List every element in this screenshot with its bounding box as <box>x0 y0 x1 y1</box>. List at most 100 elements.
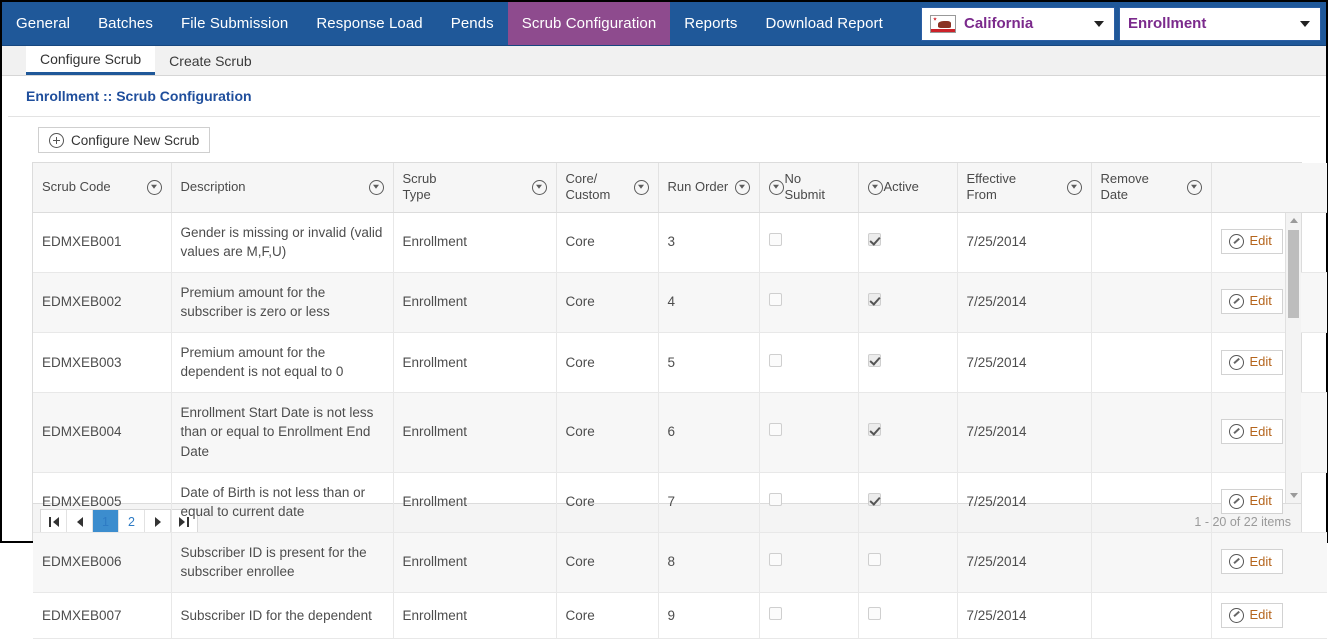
cell-scrub-type: Enrollment <box>393 592 557 639</box>
edit-button[interactable]: Edit <box>1220 549 1283 575</box>
active-checkbox[interactable] <box>867 423 881 437</box>
cell-run-order: 8 <box>658 532 760 593</box>
edit-button[interactable]: Edit <box>1220 349 1283 375</box>
cell-active <box>858 472 958 533</box>
table-row: EDMXEB006 Subscriber ID is present for th… <box>33 532 1327 593</box>
column-filter-icon[interactable] <box>768 179 784 195</box>
no-submit-checkbox[interactable] <box>768 553 782 567</box>
cell-description: Subscriber ID is present for the subscri… <box>171 532 394 593</box>
edit-button[interactable]: Edit <box>1220 419 1283 445</box>
cell-run-order: 6 <box>658 392 760 473</box>
no-submit-checkbox[interactable] <box>768 606 782 620</box>
pencil-circle-icon <box>1228 354 1244 370</box>
nav-right-controls: California Enrollment <box>921 2 1326 45</box>
scroll-down-arrow-icon[interactable] <box>1286 488 1301 503</box>
cell-scrub-code: EDMXEB002 <box>33 272 172 333</box>
column-filter-icon[interactable] <box>1186 179 1202 195</box>
cell-scrub-type: Enrollment <box>393 392 557 473</box>
cell-description: Premium amount for the dependent is not … <box>171 332 394 393</box>
no-submit-checkbox[interactable] <box>768 353 782 367</box>
sub-tab-configure-scrub[interactable]: Configure Scrub <box>26 46 156 75</box>
column-filter-icon[interactable] <box>368 179 384 195</box>
scrub-configuration-grid: Scrub Code Description Scrub Type Core/Custo… <box>32 162 1327 639</box>
no-submit-checkbox[interactable] <box>768 233 782 247</box>
column-header-run-order: Run Order <box>658 163 760 213</box>
column-filter-icon[interactable] <box>867 179 883 195</box>
cell-core-custom: Core <box>556 212 659 273</box>
scroll-up-arrow-icon[interactable] <box>1286 213 1301 228</box>
nav-item-pends[interactable]: Pends <box>437 2 508 45</box>
grid-toolbar: Configure New Scrub <box>32 117 1302 162</box>
table-row: EDMXEB001 Gender is missing or invalid (v… <box>33 212 1327 273</box>
column-header-label: Core/Custom <box>565 171 611 203</box>
column-filter-icon[interactable] <box>1066 179 1082 195</box>
column-header-scrub-code: Scrub Code <box>33 163 172 213</box>
cell-effective-from: 7/25/2014 <box>957 212 1092 273</box>
cell-remove-date <box>1091 212 1212 273</box>
nav-item-response-load[interactable]: Response Load <box>302 2 436 45</box>
cell-effective-from: 7/25/2014 <box>957 392 1092 473</box>
cell-run-order: 9 <box>658 592 760 639</box>
page-title-bar: Enrollment :: Scrub Configuration <box>2 76 1326 116</box>
pencil-circle-icon <box>1228 494 1244 510</box>
nav-item-download-report[interactable]: Download Report <box>752 2 897 45</box>
sub-tab-create-scrub[interactable]: Create Scrub <box>155 46 265 75</box>
scrub-table-body: EDMXEB001 Gender is missing or invalid (v… <box>33 212 1327 639</box>
cell-actions: Edit <box>1211 532 1327 593</box>
nav-item-scrub-configuration[interactable]: Scrub Configuration <box>507 2 671 45</box>
sub-tab-bar: Configure Scrub Create Scrub <box>2 46 1326 76</box>
active-checkbox[interactable] <box>867 553 881 567</box>
cell-core-custom: Core <box>556 532 659 593</box>
cell-core-custom: Core <box>556 272 659 333</box>
table-row: EDMXEB003 Premium amount for the dependen… <box>33 332 1327 393</box>
no-submit-checkbox[interactable] <box>768 423 782 437</box>
edit-button[interactable]: Edit <box>1220 229 1283 255</box>
no-submit-checkbox[interactable] <box>768 493 782 507</box>
column-filter-icon[interactable] <box>531 179 547 195</box>
column-header-label: Run Order <box>667 179 729 195</box>
cell-run-order: 7 <box>658 472 760 533</box>
cell-effective-from: 7/25/2014 <box>957 532 1092 593</box>
chevron-down-icon <box>1094 20 1104 27</box>
nav-item-batches[interactable]: Batches <box>84 2 167 45</box>
no-submit-checkbox[interactable] <box>768 293 782 307</box>
main-nav-items: General Batches File Submission Response Lo… <box>2 2 897 45</box>
scrollbar-thumb[interactable] <box>1288 230 1299 318</box>
active-checkbox[interactable] <box>867 493 881 507</box>
column-filter-icon[interactable] <box>734 179 750 195</box>
nav-item-reports[interactable]: Reports <box>670 2 751 45</box>
column-header-active: Active <box>858 163 958 213</box>
cell-description: Enrollment Start Date is not less than o… <box>171 392 394 473</box>
column-filter-icon[interactable] <box>633 179 649 195</box>
cell-core-custom: Core <box>556 472 659 533</box>
pencil-circle-icon <box>1228 554 1244 570</box>
cell-scrub-code: EDMXEB006 <box>33 532 172 593</box>
active-checkbox[interactable] <box>867 606 881 620</box>
edit-button[interactable]: Edit <box>1220 289 1283 315</box>
cell-no-submit <box>759 272 859 333</box>
cell-effective-from: 7/25/2014 <box>957 592 1092 639</box>
active-checkbox[interactable] <box>867 353 881 367</box>
column-header-core-custom: Core/Custom <box>556 163 659 213</box>
cell-actions: Edit <box>1211 272 1327 333</box>
cell-scrub-code: EDMXEB005 <box>33 472 172 533</box>
edit-button[interactable]: Edit <box>1220 489 1283 515</box>
cell-remove-date <box>1091 332 1212 393</box>
grid-vertical-scrollbar[interactable] <box>1285 213 1301 503</box>
nav-item-file-submission[interactable]: File Submission <box>167 2 302 45</box>
active-checkbox[interactable] <box>867 233 881 247</box>
table-row: EDMXEB005 Date of Birth is not less than … <box>33 472 1327 533</box>
state-dropdown[interactable]: California <box>921 6 1115 41</box>
module-dropdown[interactable]: Enrollment <box>1119 6 1321 41</box>
configure-new-scrub-button[interactable]: Configure New Scrub <box>38 127 211 153</box>
edit-button[interactable]: Edit <box>1220 602 1283 628</box>
cell-remove-date <box>1091 592 1212 639</box>
column-header-label: Scrub Type <box>402 171 437 203</box>
column-header-scrub-type: Scrub Type <box>393 163 557 213</box>
table-row: EDMXEB007 Subscriber ID for the dependent… <box>33 592 1327 639</box>
nav-item-general[interactable]: General <box>2 2 84 45</box>
column-filter-icon[interactable] <box>146 179 162 195</box>
cell-no-submit <box>759 472 859 533</box>
cell-description: Gender is missing or invalid (valid valu… <box>171 212 394 273</box>
active-checkbox[interactable] <box>867 293 881 307</box>
